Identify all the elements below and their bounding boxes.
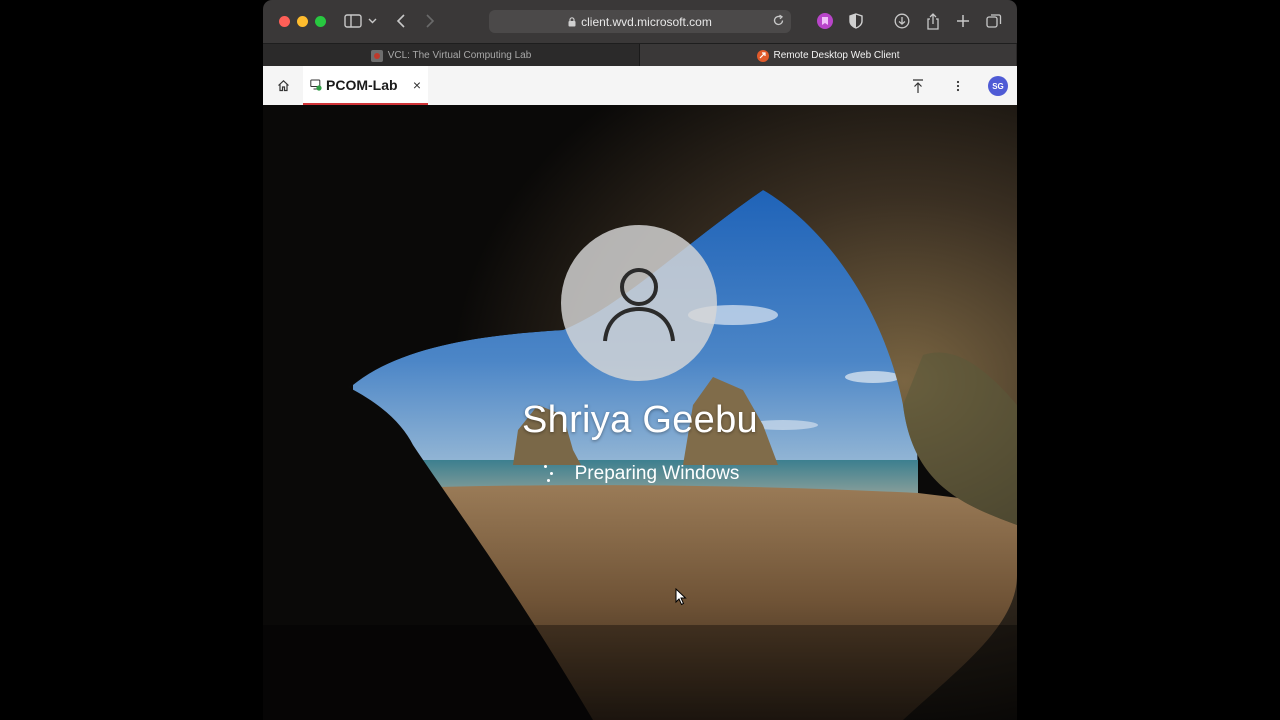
remote-pc-icon bbox=[310, 79, 322, 91]
loading-spinner-icon bbox=[541, 463, 561, 485]
home-icon[interactable] bbox=[274, 76, 292, 94]
downloads-icon[interactable] bbox=[892, 11, 912, 31]
browser-tab-bar: VCL: The Virtual Computing Lab Remote De… bbox=[263, 43, 1017, 67]
user-silhouette-icon bbox=[603, 268, 675, 342]
close-session-button[interactable]: × bbox=[413, 77, 421, 93]
session-tab-label: PCOM-Lab bbox=[326, 76, 398, 93]
reload-icon[interactable] bbox=[772, 14, 785, 27]
user-avatar bbox=[561, 225, 717, 381]
new-tab-icon[interactable] bbox=[953, 11, 973, 31]
status-text: Preparing Windows bbox=[574, 463, 740, 484]
extension-icon[interactable] bbox=[815, 11, 835, 31]
vcl-favicon-icon bbox=[370, 49, 383, 62]
browser-tab-label: VCL: The Virtual Computing Lab bbox=[387, 50, 532, 61]
zoom-window-button[interactable] bbox=[315, 16, 326, 27]
chevron-down-icon[interactable] bbox=[365, 11, 379, 31]
remote-desktop-favicon-icon bbox=[756, 49, 769, 62]
back-icon[interactable] bbox=[391, 11, 411, 31]
user-name: Shriya Geebu bbox=[522, 399, 758, 441]
sidebar-toggle-icon[interactable] bbox=[341, 11, 365, 31]
address-bar[interactable]: client.wvd.microsoft.com bbox=[489, 10, 791, 33]
privacy-shield-icon[interactable] bbox=[846, 11, 866, 31]
browser-tab-label: Remote Desktop Web Client bbox=[773, 50, 900, 61]
browser-window: client.wvd.microsoft.com VCL: The Virtua… bbox=[263, 0, 1017, 720]
share-icon[interactable] bbox=[923, 11, 943, 31]
status-line: Preparing Windows bbox=[263, 463, 1017, 485]
browser-tab-vcl[interactable]: VCL: The Virtual Computing Lab bbox=[263, 44, 640, 67]
account-avatar[interactable]: SG bbox=[988, 76, 1008, 96]
upload-icon[interactable] bbox=[909, 77, 927, 95]
browser-tab-remote-desktop[interactable]: Remote Desktop Web Client bbox=[640, 44, 1016, 67]
rd-client-header: PCOM-Lab × SG bbox=[263, 66, 1017, 106]
forward-icon[interactable] bbox=[420, 11, 440, 31]
session-tab-pcom-lab[interactable]: PCOM-Lab × bbox=[303, 66, 428, 105]
lock-icon bbox=[568, 16, 576, 27]
remote-desktop-session[interactable]: Shriya Geebu Preparing Windows bbox=[263, 105, 1017, 720]
minimize-window-button[interactable] bbox=[297, 16, 308, 27]
more-options-icon[interactable] bbox=[949, 77, 967, 95]
close-window-button[interactable] bbox=[279, 16, 290, 27]
tab-overview-icon[interactable] bbox=[984, 11, 1004, 31]
mouse-cursor-icon bbox=[675, 588, 687, 606]
url-text: client.wvd.microsoft.com bbox=[581, 14, 712, 29]
browser-toolbar: client.wvd.microsoft.com bbox=[263, 0, 1017, 43]
